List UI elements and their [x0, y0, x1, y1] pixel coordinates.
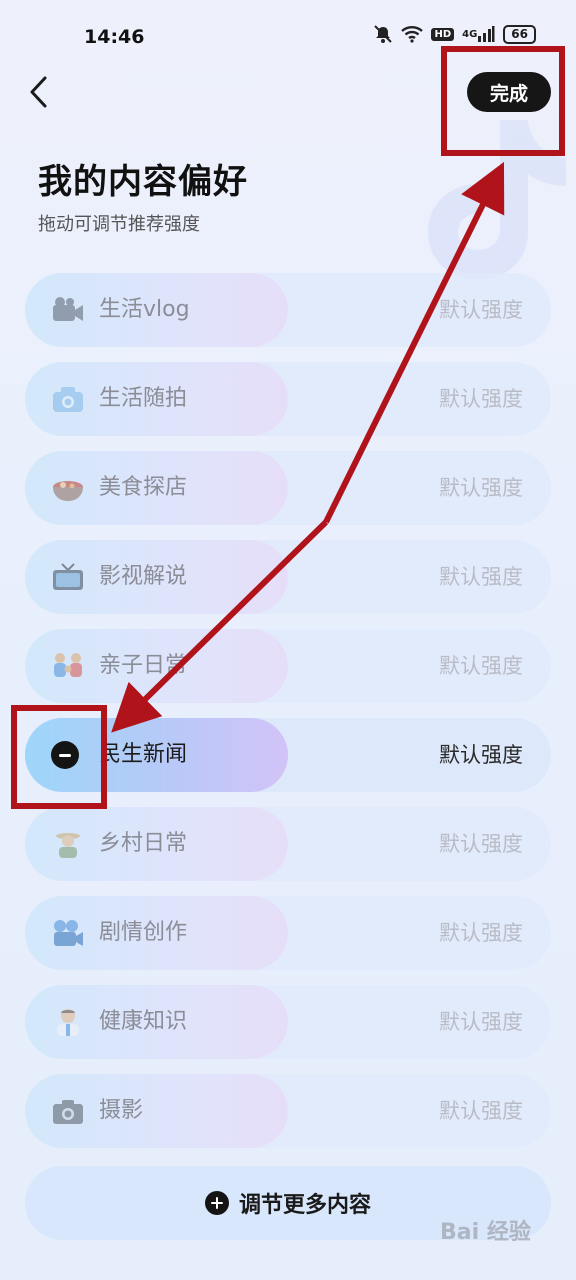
category-row-food[interactable]: 美食探店 默认强度	[25, 451, 551, 525]
strength-label: 默认强度	[439, 654, 523, 678]
strength-label: 默认强度	[439, 743, 523, 767]
tiktok-logo-icon	[428, 120, 566, 280]
wifi-icon	[401, 25, 424, 43]
category-label: 亲子日常	[99, 653, 188, 678]
status-bar: 14:46 HD 4G 66	[0, 0, 576, 72]
strength-label: 默认强度	[439, 476, 523, 500]
strength-label: 默认强度	[439, 387, 523, 411]
category-row-film-commentary[interactable]: 影视解说 默认强度	[25, 540, 551, 614]
back-button[interactable]	[18, 70, 58, 114]
category-row-parenting[interactable]: 亲子日常 默认强度	[25, 629, 551, 703]
strength-label: 默认强度	[439, 1099, 523, 1123]
hd-badge: HD	[431, 27, 455, 41]
video-camera-icon	[51, 294, 85, 326]
battery-indicator: 66	[503, 24, 536, 44]
category-label: 生活vlog	[99, 297, 190, 322]
strength-label: 默认强度	[439, 298, 523, 322]
strength-label: 默认强度	[439, 921, 523, 945]
category-label: 民生新闻	[99, 742, 188, 767]
category-row-health[interactable]: 健康知识 默认强度	[25, 985, 551, 1059]
category-row-photography[interactable]: 摄影 默认强度	[25, 1074, 551, 1148]
category-label: 剧情创作	[99, 920, 188, 945]
food-bowl-icon	[51, 472, 85, 504]
minus-icon[interactable]	[51, 741, 79, 769]
page-subtitle: 拖动可调节推荐强度	[38, 214, 200, 235]
strength-label: 默认强度	[439, 1010, 523, 1034]
photo-camera-icon	[51, 1095, 85, 1127]
category-label: 美食探店	[99, 475, 188, 500]
farmer-icon	[51, 828, 85, 860]
chevron-left-icon	[30, 76, 47, 108]
done-button[interactable]: 完成	[467, 72, 551, 112]
category-label: 乡村日常	[99, 831, 188, 856]
category-row-rural-life[interactable]: 乡村日常 默认强度	[25, 807, 551, 881]
category-row-local-news[interactable]: 民生新闻 默认强度	[25, 718, 551, 792]
page-title: 我的内容偏好	[38, 162, 248, 202]
film-camera-icon	[51, 917, 85, 949]
signal-icon: 4G	[462, 25, 495, 43]
camera-icon	[51, 383, 85, 415]
strength-label: 默认强度	[439, 832, 523, 856]
category-label: 摄影	[99, 1098, 144, 1123]
family-icon	[51, 650, 85, 682]
strength-label: 默认强度	[439, 565, 523, 589]
category-label: 生活随拍	[99, 386, 188, 411]
watermark: Bai 经验	[440, 1220, 531, 1245]
plus-circle-icon	[204, 1191, 229, 1215]
tv-icon	[51, 561, 85, 593]
category-row-drama-creation[interactable]: 剧情创作 默认强度	[25, 896, 551, 970]
category-row-life-vlog[interactable]: 生活vlog 默认强度	[25, 273, 551, 347]
doctor-icon	[51, 1006, 85, 1038]
category-row-life-snapshot[interactable]: 生活随拍 默认强度	[25, 362, 551, 436]
category-label: 影视解说	[99, 564, 188, 589]
category-label: 健康知识	[99, 1009, 188, 1034]
status-time: 14:46	[84, 26, 145, 48]
adjust-more-label: 调节更多内容	[238, 1193, 371, 1218]
mute-bell-icon	[373, 24, 393, 44]
status-icons: HD 4G 66	[373, 24, 536, 44]
